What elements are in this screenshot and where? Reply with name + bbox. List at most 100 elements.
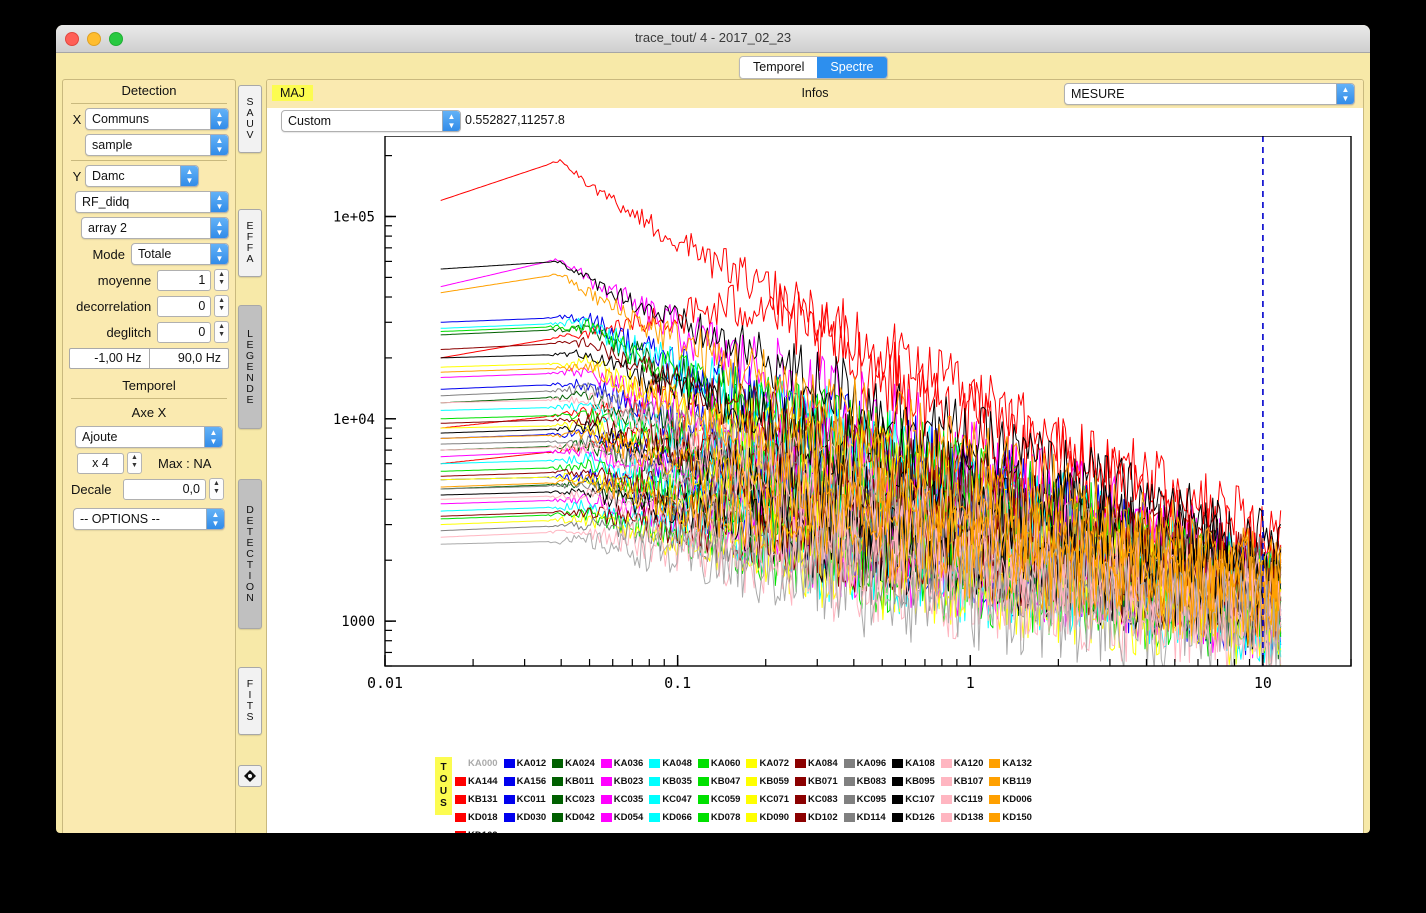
legend-color-swatch[interactable] — [989, 759, 1000, 768]
decorrelation-stepper[interactable]: ▲▼ — [214, 295, 229, 317]
legend-entry[interactable]: KB035 — [647, 773, 696, 791]
legend-entry[interactable]: KD102 — [793, 809, 842, 827]
legend-color-swatch[interactable] — [455, 831, 466, 833]
legend-entry[interactable]: KA084 — [793, 755, 842, 773]
chevron-updown-icon[interactable]: ▲▼ — [442, 111, 460, 132]
sidetab-legende[interactable]: LEGENDE — [238, 305, 262, 429]
legend-color-swatch[interactable] — [989, 777, 1000, 786]
legend-entry[interactable]: KA144 — [453, 773, 502, 791]
legend-entry[interactable] — [647, 827, 696, 833]
legend-color-swatch[interactable] — [746, 759, 757, 768]
decorrelation-input[interactable]: 0 — [157, 296, 211, 317]
chevron-updown-icon[interactable]: ▲▼ — [210, 218, 228, 239]
chevron-updown-icon[interactable]: ▲▼ — [1336, 84, 1354, 105]
legend-entry[interactable]: KC119 — [939, 791, 988, 809]
target-icon-button[interactable] — [238, 765, 262, 787]
legend-color-swatch[interactable] — [552, 759, 563, 768]
legend-entry[interactable]: KD066 — [647, 809, 696, 827]
legend-color-swatch[interactable] — [941, 759, 952, 768]
legend-entry[interactable]: KD114 — [842, 809, 891, 827]
legend-color-swatch[interactable] — [504, 759, 515, 768]
chevron-updown-icon[interactable]: ▲▼ — [210, 109, 228, 130]
legend-color-swatch[interactable] — [649, 795, 660, 804]
x-source-select[interactable]: Communs ▲▼ — [85, 108, 229, 130]
legend-color-swatch[interactable] — [989, 813, 1000, 822]
legend-color-swatch[interactable] — [649, 777, 660, 786]
legend-color-swatch[interactable] — [698, 777, 709, 786]
decale-stepper[interactable]: ▲▼ — [209, 478, 224, 500]
chevron-updown-icon[interactable]: ▲▼ — [210, 192, 228, 213]
legend-color-swatch[interactable] — [746, 777, 757, 786]
moyenne-stepper[interactable]: ▲▼ — [214, 269, 229, 291]
decale-input[interactable]: 0,0 — [123, 479, 206, 500]
legend-entry[interactable]: KC083 — [793, 791, 842, 809]
sidetab-detection[interactable]: DETECTION — [238, 479, 262, 629]
y-sub1-select[interactable]: RF_didq ▲▼ — [75, 191, 229, 213]
legend-entry[interactable] — [842, 827, 891, 833]
legend-entry[interactable]: KA048 — [647, 755, 696, 773]
y-source-select[interactable]: Damc ▲▼ — [85, 165, 199, 187]
legend-color-swatch[interactable] — [892, 777, 903, 786]
legend-color-swatch[interactable] — [504, 795, 515, 804]
legend-color-swatch[interactable] — [941, 813, 952, 822]
legend-color-swatch[interactable] — [844, 795, 855, 804]
chevron-updown-icon[interactable]: ▲▼ — [210, 244, 228, 265]
legend-entry[interactable]: KC059 — [696, 791, 745, 809]
legend-entry[interactable]: KD042 — [550, 809, 599, 827]
legend-entry[interactable]: KB071 — [793, 773, 842, 791]
legend-entry[interactable]: KD018 — [453, 809, 502, 827]
legend-color-swatch[interactable] — [455, 777, 466, 786]
frequency-max-input[interactable]: 90,0 Hz — [150, 349, 229, 368]
legend-entry[interactable]: KB023 — [599, 773, 648, 791]
legend-entry[interactable]: KD078 — [696, 809, 745, 827]
legend-entry[interactable]: KD150 — [987, 809, 1036, 827]
legend-color-swatch[interactable] — [552, 813, 563, 822]
legend-entry[interactable] — [744, 827, 793, 833]
legend-color-swatch[interactable] — [698, 795, 709, 804]
legend-entry[interactable]: KD006 — [987, 791, 1036, 809]
legend-entry[interactable] — [793, 827, 842, 833]
legend-entry[interactable] — [987, 827, 1036, 833]
legend-entry[interactable]: KB083 — [842, 773, 891, 791]
legend-entry[interactable]: KD126 — [890, 809, 939, 827]
legend-select-all-button[interactable]: TOUS — [435, 757, 452, 815]
legend-entry[interactable]: KA132 — [987, 755, 1036, 773]
legend-entry[interactable]: KB095 — [890, 773, 939, 791]
moyenne-input[interactable]: 1 — [157, 270, 211, 291]
legend-entry[interactable]: KC047 — [647, 791, 696, 809]
legend-color-swatch[interactable] — [649, 759, 660, 768]
chevron-updown-icon[interactable]: ▲▼ — [206, 509, 224, 530]
legend-entry[interactable] — [502, 827, 551, 833]
legend-color-swatch[interactable] — [504, 813, 515, 822]
deglitch-input[interactable]: 0 — [157, 322, 211, 343]
legend-entry[interactable]: KC107 — [890, 791, 939, 809]
legend-entry[interactable]: KB107 — [939, 773, 988, 791]
legend-entry[interactable] — [939, 827, 988, 833]
y-sub2-select[interactable]: array 2 ▲▼ — [81, 217, 229, 239]
legend-entry[interactable]: KB131 — [453, 791, 502, 809]
chevron-updown-icon[interactable]: ▲▼ — [180, 166, 198, 187]
custom-range-select[interactable]: Custom ▲▼ — [281, 110, 461, 132]
sidetab-effa[interactable]: EFFA — [238, 209, 262, 277]
legend-color-swatch[interactable] — [941, 777, 952, 786]
legend-entry[interactable] — [890, 827, 939, 833]
chevron-updown-icon[interactable]: ▲▼ — [204, 427, 222, 448]
legend-color-swatch[interactable] — [455, 795, 466, 804]
legend-entry[interactable]: KD138 — [939, 809, 988, 827]
legend-entry[interactable]: KC011 — [502, 791, 551, 809]
tab-temporel[interactable]: Temporel — [740, 57, 817, 78]
legend-color-swatch[interactable] — [892, 813, 903, 822]
sidetab-sauv[interactable]: SAUV SAUV — [238, 85, 262, 153]
x-sub-select[interactable]: sample ▲▼ — [85, 134, 229, 156]
legend-entry[interactable] — [599, 827, 648, 833]
legend-color-swatch[interactable] — [455, 759, 466, 768]
sidetab-fits[interactable]: FITS — [238, 667, 262, 735]
legend-color-swatch[interactable] — [795, 759, 806, 768]
legend-entry[interactable]: KA000 — [453, 755, 502, 773]
legend-color-swatch[interactable] — [892, 795, 903, 804]
legend-color-swatch[interactable] — [552, 795, 563, 804]
legend-entry[interactable]: KB059 — [744, 773, 793, 791]
legend-entry[interactable]: KD090 — [744, 809, 793, 827]
legend-color-swatch[interactable] — [795, 795, 806, 804]
legend-entry[interactable]: KA156 — [502, 773, 551, 791]
